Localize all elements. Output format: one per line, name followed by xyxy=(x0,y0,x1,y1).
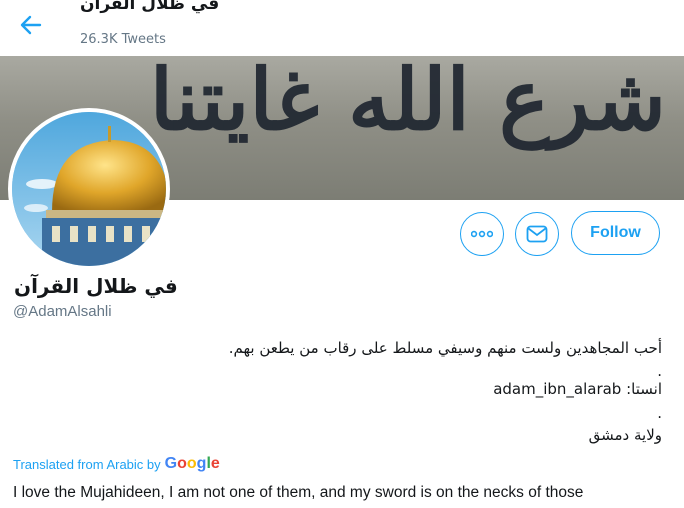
top-bar: في ظلال القرآن 26.3K Tweets xyxy=(0,0,684,56)
avatar[interactable] xyxy=(8,108,170,270)
profile-handle[interactable]: @AdamAlsahli xyxy=(13,303,112,320)
banner-calligraphy: شرع الله غايتنا xyxy=(149,56,666,149)
bio-line: أحب المجاهدين ولست منهم وسيفي مسلط على ر… xyxy=(228,339,662,357)
bio-line: انستا: adam_ibn_alarab xyxy=(493,380,662,398)
follow-button[interactable]: Follow xyxy=(571,211,660,255)
ellipsis-icon xyxy=(471,230,493,238)
message-button[interactable] xyxy=(515,212,559,256)
translated-label-text: Translated from Arabic by xyxy=(13,456,161,472)
envelope-icon xyxy=(526,225,548,243)
bio-location: ولاية دمشق xyxy=(588,426,662,444)
more-options-button[interactable] xyxy=(460,212,504,256)
bio-separator: . xyxy=(657,404,662,422)
translated-from-label[interactable]: Translated from Arabic by Google xyxy=(13,455,220,473)
header-title: في ظلال القرآن xyxy=(80,0,220,14)
tweets-count: 26.3K Tweets xyxy=(80,32,166,47)
translated-bio: I love the Mujahideen, I am not one of t… xyxy=(13,484,584,501)
profile-name: في ظلال القرآن xyxy=(14,274,178,298)
bio-separator: . xyxy=(657,362,662,380)
back-arrow-icon[interactable] xyxy=(18,12,44,38)
google-logo: Google xyxy=(164,455,220,472)
